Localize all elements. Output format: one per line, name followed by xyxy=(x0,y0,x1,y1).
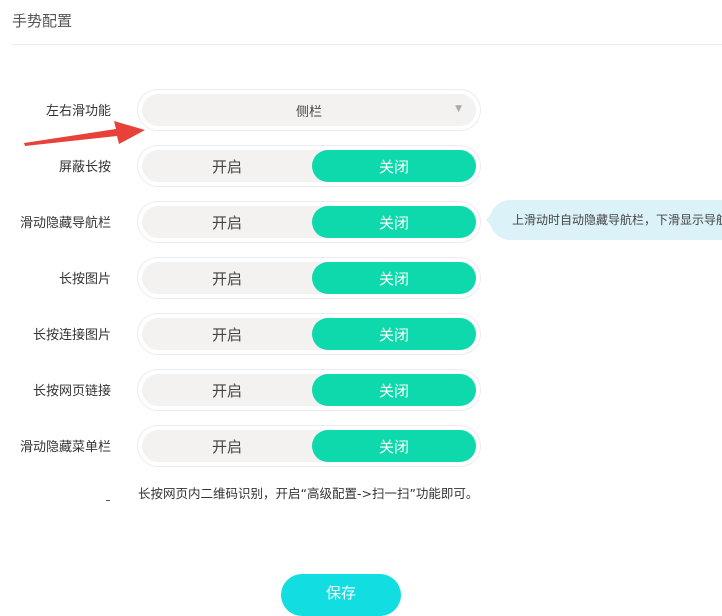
long-press-image-toggle[interactable]: 开启 关闭 xyxy=(137,257,481,299)
long-press-link-image-off-option[interactable]: 关闭 xyxy=(312,318,476,350)
hide-navbar-tooltip: 上滑动时自动隐藏导航栏，下滑显示导航栏 xyxy=(490,200,722,240)
long-press-link-image-label: 长按连接图片 xyxy=(32,328,111,343)
note-dash xyxy=(106,500,110,501)
hide-navbar-on-scroll-toggle[interactable]: 开启 关闭 xyxy=(137,201,481,243)
hide-menubar-on-scroll-off-option[interactable]: 关闭 xyxy=(312,430,476,462)
hide-navbar-on-scroll-label: 滑动隐藏导航栏 xyxy=(19,216,111,231)
select-value-text: 侧栏 xyxy=(295,104,322,120)
hide-navbar-on-scroll-off-option[interactable]: 关闭 xyxy=(312,206,476,238)
hide-menubar-on-scroll-label: 滑动隐藏菜单栏 xyxy=(19,440,111,455)
block-long-press-off-option[interactable]: 关闭 xyxy=(312,150,476,182)
title-divider xyxy=(12,44,722,45)
hide-menubar-on-scroll-toggle[interactable]: 开启 关闭 xyxy=(137,425,481,467)
red-arrow-shape xyxy=(24,121,145,146)
slide-function-select[interactable]: 侧栏 ▼ xyxy=(137,89,481,131)
hide-menubar-on-scroll-on-option[interactable]: 开启 xyxy=(142,430,312,462)
block-long-press-on-option[interactable]: 开启 xyxy=(142,150,312,182)
block-long-press-label: 屏蔽长按 xyxy=(58,160,111,175)
long-press-web-link-label: 长按网页链接 xyxy=(32,384,111,399)
page-title: 手势配置 xyxy=(12,12,73,30)
long-press-link-image-on-option[interactable]: 开启 xyxy=(142,318,312,350)
qr-scan-note: 长按网页内二维码识别，开启“高级配置->扫一扫”功能即可。 xyxy=(138,486,479,501)
long-press-link-image-toggle[interactable]: 开启 关闭 xyxy=(137,313,481,355)
long-press-web-link-on-option[interactable]: 开启 xyxy=(142,374,312,406)
long-press-image-label: 长按图片 xyxy=(58,272,111,287)
hide-navbar-on-scroll-on-option[interactable]: 开启 xyxy=(142,206,312,238)
long-press-image-off-option[interactable]: 关闭 xyxy=(312,262,476,294)
long-press-web-link-off-option[interactable]: 关闭 xyxy=(312,374,476,406)
long-press-web-link-toggle[interactable]: 开启 关闭 xyxy=(137,369,481,411)
save-button[interactable]: 保存 xyxy=(281,574,401,616)
slide-function-label: 左右滑功能 xyxy=(45,104,111,119)
slide-function-select-value[interactable]: 侧栏 ▼ xyxy=(142,94,476,126)
long-press-image-on-option[interactable]: 开启 xyxy=(142,262,312,294)
block-long-press-toggle[interactable]: 开启 关闭 xyxy=(137,145,481,187)
caret-down-icon: ▼ xyxy=(455,104,462,114)
